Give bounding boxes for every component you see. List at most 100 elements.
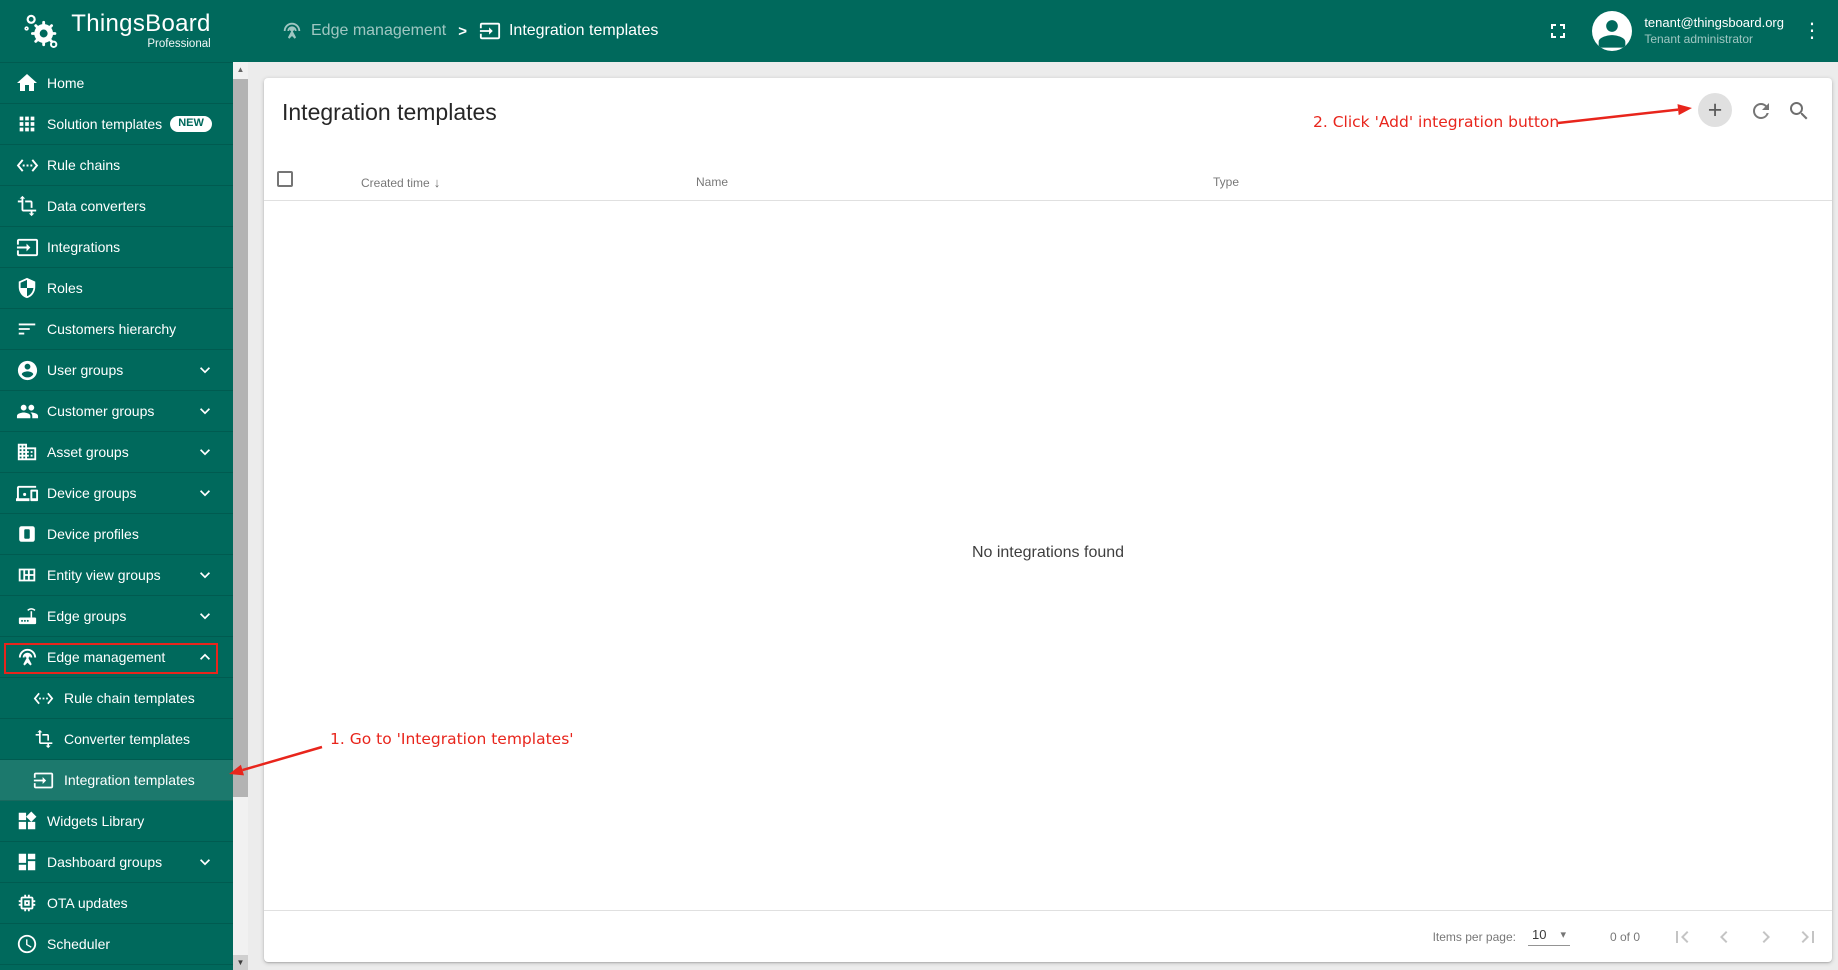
- paginator: Items per page: 10 ▾ 0 of 0: [264, 910, 1832, 962]
- breadcrumb-edge-management[interactable]: Edge management: [281, 20, 446, 42]
- chevron-down-icon: [195, 852, 215, 872]
- column-header-created-time[interactable]: Created time ↓: [361, 175, 440, 190]
- scrollbar-thumb[interactable]: [233, 79, 248, 797]
- breadcrumb-label: Edge management: [311, 22, 447, 39]
- data-converter-icon: [15, 194, 39, 218]
- antenna-icon: [15, 645, 39, 669]
- sidebar-item-device-profiles[interactable]: Device profiles: [0, 514, 233, 555]
- hierarchy-icon: [15, 317, 39, 341]
- sort-desc-icon: ↓: [433, 175, 441, 190]
- app-logo[interactable]: ThingsBoard Professional: [0, 0, 233, 62]
- caret-down-icon: ▾: [1560, 929, 1566, 941]
- shield-icon: [15, 276, 39, 300]
- fullscreen-icon[interactable]: [1546, 19, 1570, 43]
- user-info[interactable]: tenant@thingsboard.org Tenant administra…: [1644, 15, 1784, 47]
- chevron-up-icon: [195, 647, 215, 667]
- chevron-down-icon: [195, 565, 215, 585]
- page-size-value: 10: [1531, 927, 1547, 942]
- items-per-page-label: Items per page:: [1432, 929, 1516, 944]
- header-actions: tenant@thingsboard.org Tenant administra…: [1546, 11, 1838, 51]
- people-icon: [15, 399, 39, 423]
- add-integration-button[interactable]: +: [1698, 93, 1732, 127]
- sidebar-item-solution-templates[interactable]: Solution templates NEW: [0, 104, 233, 145]
- sidebar-item-rule-chain-templates[interactable]: Rule chain templates: [0, 678, 233, 719]
- top-bar: ThingsBoard Professional Edge management…: [0, 0, 1838, 62]
- scroll-up-icon[interactable]: ▲: [233, 62, 248, 77]
- breadcrumb-label: Integration templates: [508, 22, 659, 39]
- new-badge: NEW: [170, 116, 212, 132]
- first-page-icon[interactable]: [1670, 925, 1694, 949]
- home-icon: [15, 71, 39, 95]
- page-size-select[interactable]: 10 ▾: [1527, 927, 1570, 946]
- sidebar-item-customers-hierarchy[interactable]: Customers hierarchy: [0, 309, 233, 350]
- sidebar-item-edge-management[interactable]: Edge management: [0, 637, 233, 678]
- integration-icon: [479, 20, 501, 42]
- refresh-button[interactable]: [1749, 99, 1773, 123]
- dashboard-icon: [15, 850, 39, 874]
- sidebar-item-edge-groups[interactable]: Edge groups: [0, 596, 233, 637]
- sidebar-item-widgets-library[interactable]: Widgets Library: [0, 801, 233, 842]
- rule-chain-icon: [15, 153, 39, 177]
- previous-page-icon[interactable]: [1712, 925, 1736, 949]
- data-converter-icon: [33, 729, 54, 750]
- table-header-row: Created time ↓ Name Type: [264, 162, 1832, 201]
- sidebar-item-asset-groups[interactable]: Asset groups: [0, 432, 233, 473]
- breadcrumb-separator: >: [458, 22, 467, 40]
- sidebar-item-rule-chains[interactable]: Rule chains: [0, 145, 233, 186]
- integration-templates-card: Integration templates + Created time ↓ Na…: [264, 78, 1832, 962]
- sidebar-item-data-converters[interactable]: Data converters: [0, 186, 233, 227]
- entity-view-icon: [15, 563, 39, 587]
- scroll-down-icon[interactable]: ▼: [233, 955, 248, 970]
- antenna-icon: [281, 20, 303, 42]
- rule-chain-icon: [33, 688, 54, 709]
- building-icon: [15, 440, 39, 464]
- breadcrumb-integration-templates[interactable]: Integration templates: [479, 20, 658, 42]
- kebab-menu-icon[interactable]: ⋮: [1802, 21, 1822, 41]
- sidebar-scrollbar[interactable]: ▲ ▼: [233, 62, 248, 970]
- sidebar: Home Solution templates NEW Rule chains …: [0, 62, 233, 970]
- sidebar-item-entity-view-groups[interactable]: Entity view groups: [0, 555, 233, 596]
- integration-icon: [15, 235, 39, 259]
- sidebar-item-customer-groups[interactable]: Customer groups: [0, 391, 233, 432]
- sidebar-item-integrations[interactable]: Integrations: [0, 227, 233, 268]
- sidebar-item-integration-templates[interactable]: Integration templates: [0, 760, 233, 801]
- chevron-down-icon: [195, 483, 215, 503]
- user-role: Tenant administrator: [1644, 31, 1754, 46]
- clock-icon: [15, 932, 39, 956]
- sidebar-item-roles[interactable]: Roles: [0, 268, 233, 309]
- sidebar-item-device-groups[interactable]: Device groups: [0, 473, 233, 514]
- app-edition: Professional: [147, 37, 211, 50]
- last-page-icon[interactable]: [1796, 925, 1820, 949]
- sidebar-item-converter-templates[interactable]: Converter templates: [0, 719, 233, 760]
- chevron-down-icon: [195, 442, 215, 462]
- sidebar-item-ota-updates[interactable]: OTA updates: [0, 883, 233, 924]
- plus-icon: +: [1707, 95, 1723, 124]
- integration-icon: [33, 770, 54, 791]
- next-page-icon[interactable]: [1754, 925, 1778, 949]
- select-all-checkbox[interactable]: [277, 171, 293, 187]
- chevron-down-icon: [195, 360, 215, 380]
- chevron-down-icon: [195, 401, 215, 421]
- page-range-label: 0 of 0: [1609, 929, 1640, 944]
- device-profile-icon: [15, 522, 39, 546]
- column-header-type[interactable]: Type: [1213, 175, 1239, 189]
- devices-icon: [15, 481, 39, 505]
- sidebar-item-dashboard-groups[interactable]: Dashboard groups: [0, 842, 233, 883]
- search-button[interactable]: [1787, 99, 1811, 123]
- user-email: tenant@thingsboard.org: [1644, 14, 1784, 30]
- app-name: ThingsBoard: [71, 9, 211, 37]
- empty-state-text: No integrations found: [971, 544, 1125, 561]
- user-avatar[interactable]: [1592, 11, 1633, 51]
- chip-icon: [15, 891, 39, 915]
- apps-icon: [15, 112, 39, 136]
- main-content: Integration templates + Created time ↓ Na…: [248, 62, 1838, 970]
- sidebar-item-scheduler[interactable]: Scheduler: [0, 924, 233, 965]
- thingsboard-gear-logo-icon: [22, 11, 62, 51]
- sidebar-item-home[interactable]: Home: [0, 63, 233, 104]
- widgets-icon: [15, 809, 39, 833]
- column-header-name[interactable]: Name: [696, 175, 728, 189]
- page-title: Integration templates: [282, 99, 497, 125]
- user-circle-icon: [15, 358, 39, 382]
- sidebar-item-user-groups[interactable]: User groups: [0, 350, 233, 391]
- router-icon: [15, 604, 39, 628]
